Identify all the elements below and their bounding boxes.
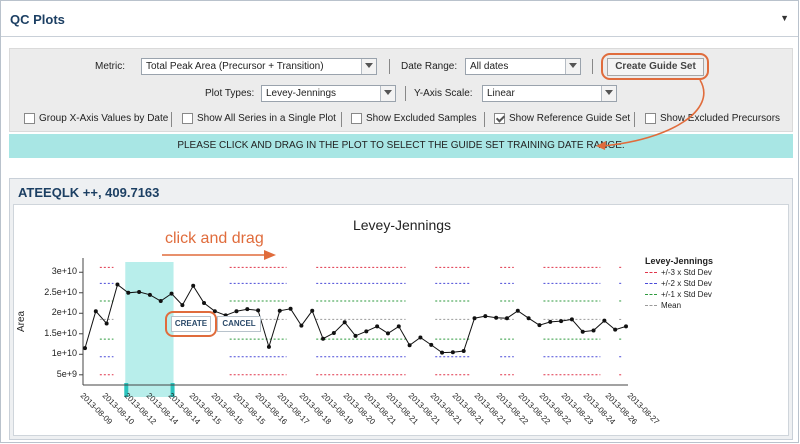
- data-point: [624, 324, 628, 329]
- data-point: [537, 323, 542, 328]
- legend-title: Levey-Jennings: [645, 256, 714, 266]
- data-point: [494, 315, 499, 320]
- data-point: [385, 331, 390, 336]
- data-point: [288, 306, 293, 311]
- data-point: [591, 328, 596, 333]
- data-point: [569, 317, 574, 322]
- data-point: [375, 324, 380, 329]
- data-point: [104, 321, 109, 326]
- data-point: [93, 309, 98, 314]
- create-button-highlight: [165, 311, 217, 337]
- y-tick-label: 2.5e+10: [44, 286, 77, 297]
- data-point: [180, 303, 185, 308]
- y-axis-label: Area: [16, 310, 27, 332]
- data-point: [299, 323, 304, 328]
- data-point: [321, 336, 326, 341]
- y-tick-label: 3e+10: [51, 266, 77, 277]
- data-point: [483, 314, 488, 319]
- y-tick-label: 1e+10: [51, 348, 77, 359]
- data-point: [450, 350, 455, 355]
- data-point: [137, 289, 142, 294]
- levey-jennings-chart[interactable]: [0, 0, 800, 444]
- data-point: [191, 283, 196, 288]
- data-point: [115, 282, 120, 287]
- data-point: [526, 316, 531, 321]
- data-point: [234, 309, 239, 314]
- data-point: [440, 350, 445, 355]
- data-point: [504, 316, 509, 321]
- data-point: [126, 290, 131, 295]
- data-point: [580, 329, 585, 334]
- click-and-drag-annotation: click and drag: [165, 230, 264, 247]
- data-point: [418, 335, 423, 340]
- data-point: [602, 318, 607, 323]
- data-point: [548, 319, 553, 324]
- data-point: [147, 292, 152, 297]
- y-tick-label: 5e+9: [56, 368, 77, 379]
- data-point: [310, 308, 315, 313]
- data-point: [331, 330, 336, 335]
- data-point: [169, 291, 174, 296]
- brush-cancel-button[interactable]: CANCEL: [217, 316, 261, 332]
- data-point: [245, 307, 250, 312]
- y-tick-label: 1.5e+10: [44, 327, 77, 338]
- y-tick-label: 2e+10: [51, 307, 77, 318]
- data-point: [429, 342, 434, 347]
- data-point: [515, 308, 520, 313]
- data-point: [266, 344, 271, 349]
- data-point: [83, 346, 87, 351]
- data-point: [396, 324, 401, 329]
- data-point: [158, 298, 163, 303]
- data-point: [364, 329, 369, 334]
- annotation-arrow: [162, 250, 276, 260]
- data-point: [277, 308, 282, 313]
- data-point: [202, 301, 207, 306]
- data-point: [613, 327, 618, 332]
- data-point: [256, 308, 261, 313]
- data-point: [461, 349, 466, 354]
- data-point: [353, 333, 358, 338]
- data-point: [559, 319, 564, 324]
- data-point: [342, 320, 347, 325]
- data-point: [472, 316, 477, 321]
- data-point: [407, 343, 412, 348]
